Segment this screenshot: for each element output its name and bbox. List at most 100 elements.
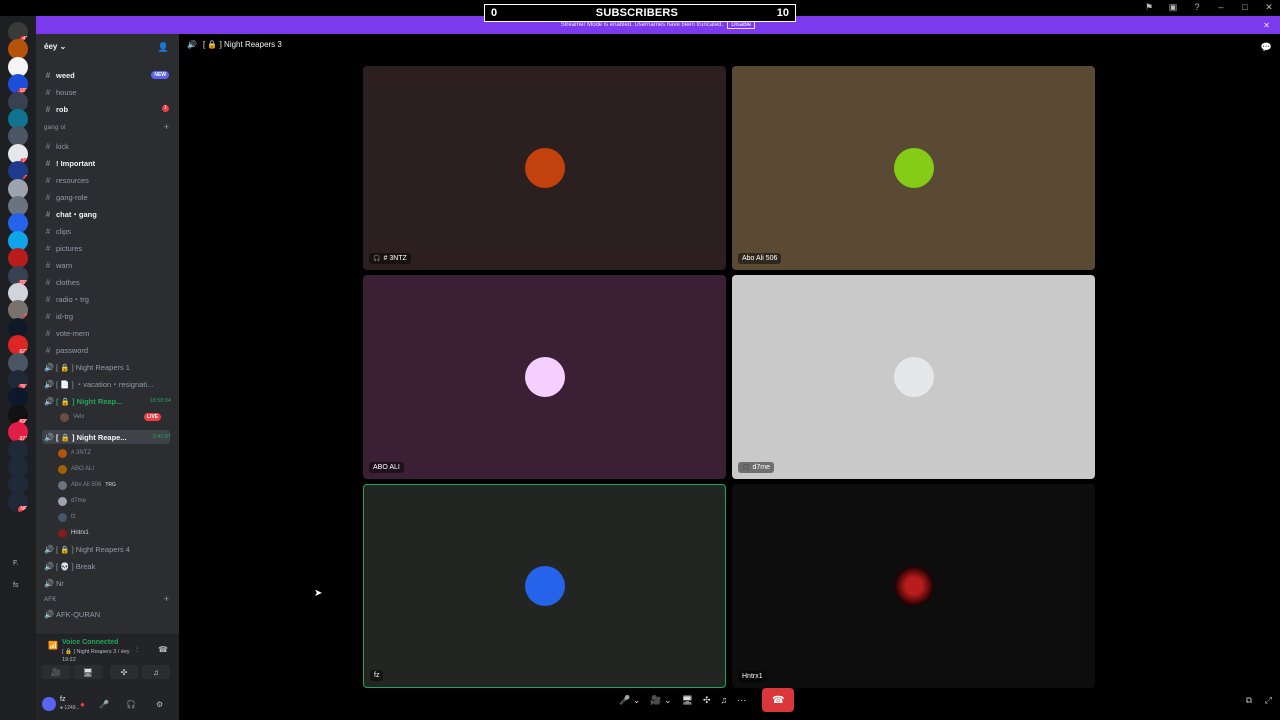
voice-connection-panel: 📶 Voice Connected [ 🔒 ] Night Reapers 3 … bbox=[36, 634, 179, 720]
channel-item[interactable]: # gang-role bbox=[44, 190, 88, 204]
participant-tile[interactable]: Hntrx1 bbox=[732, 484, 1095, 688]
microphone-icon[interactable]: 🎤 bbox=[99, 700, 109, 709]
category-header[interactable]: gang ol bbox=[44, 125, 66, 131]
channel-item[interactable]: # password bbox=[44, 343, 88, 357]
voice-user[interactable]: Hntrx1 bbox=[58, 526, 89, 540]
help-icon[interactable]: ? bbox=[1190, 2, 1204, 13]
voice-channel-item[interactable]: 🔊[ 🔒 ] Night Reap... bbox=[44, 394, 122, 408]
voice-user[interactable]: d7me bbox=[58, 494, 86, 508]
noise-suppression-icon[interactable]: ⫶ bbox=[136, 645, 138, 655]
channel-item[interactable]: # clips bbox=[44, 224, 71, 238]
game-icon[interactable]: ● bbox=[80, 700, 85, 709]
screen-icon[interactable]: ▣ bbox=[1166, 2, 1180, 13]
channel-name: [ 📄 ] ・vacation・resignati... bbox=[56, 379, 154, 389]
channel-item[interactable]: # house bbox=[44, 85, 77, 99]
minimize-button[interactable]: – bbox=[1214, 2, 1228, 13]
banner-text: Streamer Mode is enabled. Usernames have… bbox=[560, 22, 724, 28]
headphones-icon[interactable]: 🎧 bbox=[126, 700, 136, 709]
channel-item[interactable]: # resources bbox=[44, 173, 89, 187]
channel-item[interactable]: # ! Important bbox=[44, 156, 95, 170]
voice-user[interactable]: Velx bbox=[60, 410, 84, 424]
settings-gear-icon[interactable]: ⚙ bbox=[156, 700, 163, 709]
invite-icon[interactable]: 👤 bbox=[158, 42, 169, 53]
camera-toggle-button[interactable]: 🎥 ⌄ bbox=[650, 695, 671, 706]
channel-item[interactable]: 🔊[ 🔒 ] Night Reapers 1 bbox=[44, 360, 130, 374]
voice-user-name: Hntrx1 bbox=[71, 530, 89, 536]
voice-main-area: 🔊 [ 🔒 ] Night Reapers 3 💬 🎧 # 3NTZ Abo Ali… bbox=[179, 34, 1280, 720]
participant-name-label: 🎧 # 3NTZ bbox=[369, 253, 411, 264]
banner-close-icon[interactable]: ✕ bbox=[1263, 21, 1270, 30]
speaker-icon: 🔊 bbox=[44, 432, 54, 442]
camera-button[interactable]: 🎥 bbox=[42, 665, 70, 679]
speaker-icon: 🔊 bbox=[44, 561, 54, 571]
voice-user[interactable]: ABO ALI bbox=[58, 462, 94, 476]
soundboard-button[interactable]: ♫ bbox=[142, 665, 170, 679]
avatar bbox=[893, 566, 934, 606]
voice-timer: 3:47:07 bbox=[152, 434, 171, 440]
speaker-icon: 🔊 bbox=[44, 578, 54, 588]
pin-icon[interactable]: ⚑ bbox=[1142, 2, 1156, 13]
server-icon-28[interactable]: NEW bbox=[8, 491, 28, 512]
participant-tile[interactable]: ABO ALI bbox=[363, 275, 726, 479]
server-name[interactable]: éey ⌄ bbox=[44, 42, 66, 51]
username[interactable]: fz bbox=[60, 696, 65, 703]
server-folder-label[interactable]: fs bbox=[13, 582, 18, 589]
voice-channel-item[interactable]: 🔊[ 🔒 ] Night Reapers 4 bbox=[44, 542, 130, 556]
add-channel-icon[interactable]: + bbox=[164, 122, 169, 132]
subscriber-label: SUBSCRIBERS bbox=[595, 7, 679, 19]
participant-name: fz bbox=[374, 672, 380, 679]
channel-item[interactable]: # kick bbox=[44, 139, 69, 153]
add-channel-icon[interactable]: + bbox=[164, 594, 169, 604]
avatar[interactable] bbox=[42, 697, 56, 711]
channel-item[interactable]: # radio・trg bbox=[44, 292, 89, 306]
voice-user-name: Velx bbox=[73, 414, 85, 420]
screenshare-toggle-button[interactable]: 🖥 bbox=[682, 695, 693, 706]
voice-channel-item[interactable]: 🔊 AFK-QURAN bbox=[44, 607, 100, 621]
channel-item[interactable]: # vote-mem bbox=[44, 326, 90, 340]
voice-user[interactable]: Abo Ali 506 TRG bbox=[58, 478, 116, 492]
chat-icon[interactable]: 💬 bbox=[1261, 42, 1272, 53]
disable-streamer-mode-button[interactable]: Disable bbox=[727, 21, 756, 29]
participant-tile[interactable]: fz bbox=[363, 484, 726, 688]
voice-user[interactable]: # 3NTZ bbox=[58, 446, 91, 460]
voice-connected-channel[interactable]: [ 🔒 ] Night Reapers 3 / éey bbox=[62, 649, 130, 655]
server-name-text: éey bbox=[44, 42, 58, 51]
soundboard-toggle-button[interactable]: ♫ bbox=[720, 695, 727, 705]
channel-name: ! Important bbox=[56, 158, 96, 168]
participant-tile[interactable]: Abo Ali 506 bbox=[732, 66, 1095, 270]
avatar bbox=[524, 566, 565, 606]
channel-item[interactable]: # weed bbox=[44, 68, 75, 82]
activities-button[interactable]: ✣ bbox=[110, 665, 138, 679]
voice-channel-item[interactable]: 🔊[ 💀 ] Break bbox=[44, 559, 95, 573]
category-header[interactable]: AFK bbox=[44, 597, 57, 603]
server-folder-label[interactable]: F. bbox=[13, 560, 18, 567]
channel-item[interactable]: 🔊[ 📄 ] ・vacation・resignati... bbox=[44, 377, 153, 391]
disconnect-call-button[interactable]: ☎ bbox=[762, 688, 795, 712]
channel-item[interactable]: # warn bbox=[44, 258, 73, 272]
signal-icon[interactable]: 📶 bbox=[48, 641, 58, 650]
participant-tile[interactable]: 🎧 d7me bbox=[732, 275, 1095, 479]
channel-item[interactable]: # rob bbox=[44, 102, 68, 116]
activity-button[interactable]: ✣ bbox=[703, 695, 711, 706]
participant-tile[interactable]: 🎧 # 3NTZ bbox=[363, 66, 726, 270]
channel-item[interactable]: # clothes bbox=[44, 275, 80, 289]
maximize-button[interactable]: □ bbox=[1238, 2, 1252, 13]
voice-connected-status[interactable]: Voice Connected bbox=[62, 639, 118, 646]
close-button[interactable]: ✕ bbox=[1262, 2, 1276, 13]
call-controls: 🎤 ⌄ 🎥 ⌄ 🖥 ✣ ♫ ⋯ ☎ bbox=[619, 688, 839, 712]
fullscreen-icon[interactable]: ⤢ bbox=[1265, 695, 1272, 706]
screenshare-button[interactable]: 🖥 bbox=[74, 665, 102, 679]
more-options-button[interactable]: ⋯ bbox=[737, 695, 746, 706]
channel-name: clips bbox=[56, 226, 72, 236]
voice-channel-item[interactable]: 🔊 Nr bbox=[44, 576, 64, 590]
speaker-icon: 🔊 bbox=[44, 609, 54, 619]
channel-item[interactable]: # pictures bbox=[44, 241, 83, 255]
channel-name: gang-role bbox=[56, 192, 88, 202]
channel-item[interactable]: # chat・gang bbox=[44, 207, 97, 221]
popout-icon[interactable]: ⧉ bbox=[1246, 695, 1252, 706]
disconnect-icon[interactable]: ☎ bbox=[158, 645, 168, 654]
channel-item[interactable]: # id-trg bbox=[44, 309, 73, 323]
mute-button[interactable]: 🎤 ⌄ bbox=[619, 695, 640, 706]
voice-channel-item-selected[interactable]: 🔊[ 🔒 ] Night Reape... bbox=[42, 430, 170, 444]
voice-user[interactable]: fz bbox=[58, 510, 76, 524]
